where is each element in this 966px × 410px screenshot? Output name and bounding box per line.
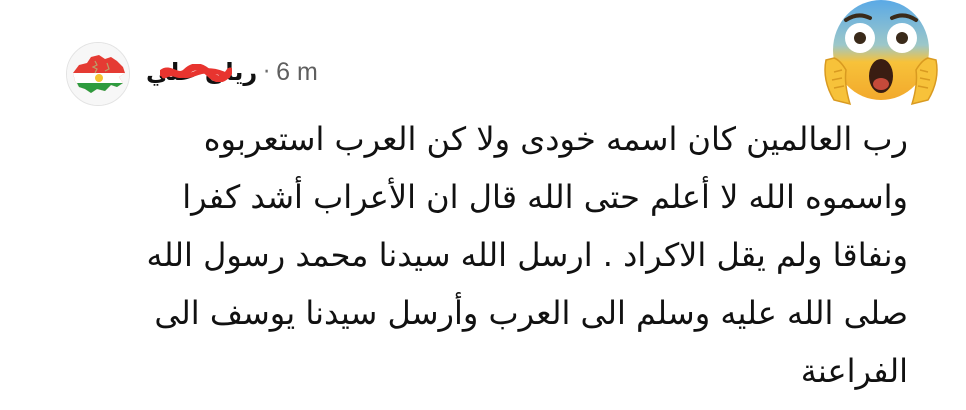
screaming-in-fear-face-emoji: [820, 0, 942, 106]
comment-line: ونفاقا ولم يقل الاكراد . ارسل الله سيدنا…: [146, 236, 908, 274]
redaction-scribble: [160, 64, 232, 82]
author-name-wrapper[interactable]: ريان علي: [146, 58, 257, 86]
comment-header: ريان علي · 6 m: [146, 56, 318, 88]
kurdistan-map-flag-icon: [67, 43, 129, 105]
comment-line: واسموه الله لا أعلم حتى الله قال ان الأع…: [182, 178, 908, 216]
comment-line: الفراعنة: [800, 352, 908, 390]
comment-screen: ريان علي · 6 m رب العالمين كان اسمه خودى…: [0, 0, 966, 410]
comment-timestamp: 6 m: [276, 57, 318, 86]
comment-line: رب العالمين كان اسمه خودى ولا كن العرب ا…: [203, 120, 908, 158]
comment-body[interactable]: رب العالمين كان اسمه خودى ولا كن العرب ا…: [140, 110, 908, 400]
comment-line: صلى الله عليه وسلم الى العرب وأرسل سيدنا…: [154, 294, 908, 332]
meta-separator: ·: [263, 59, 271, 85]
avatar[interactable]: [66, 42, 130, 106]
